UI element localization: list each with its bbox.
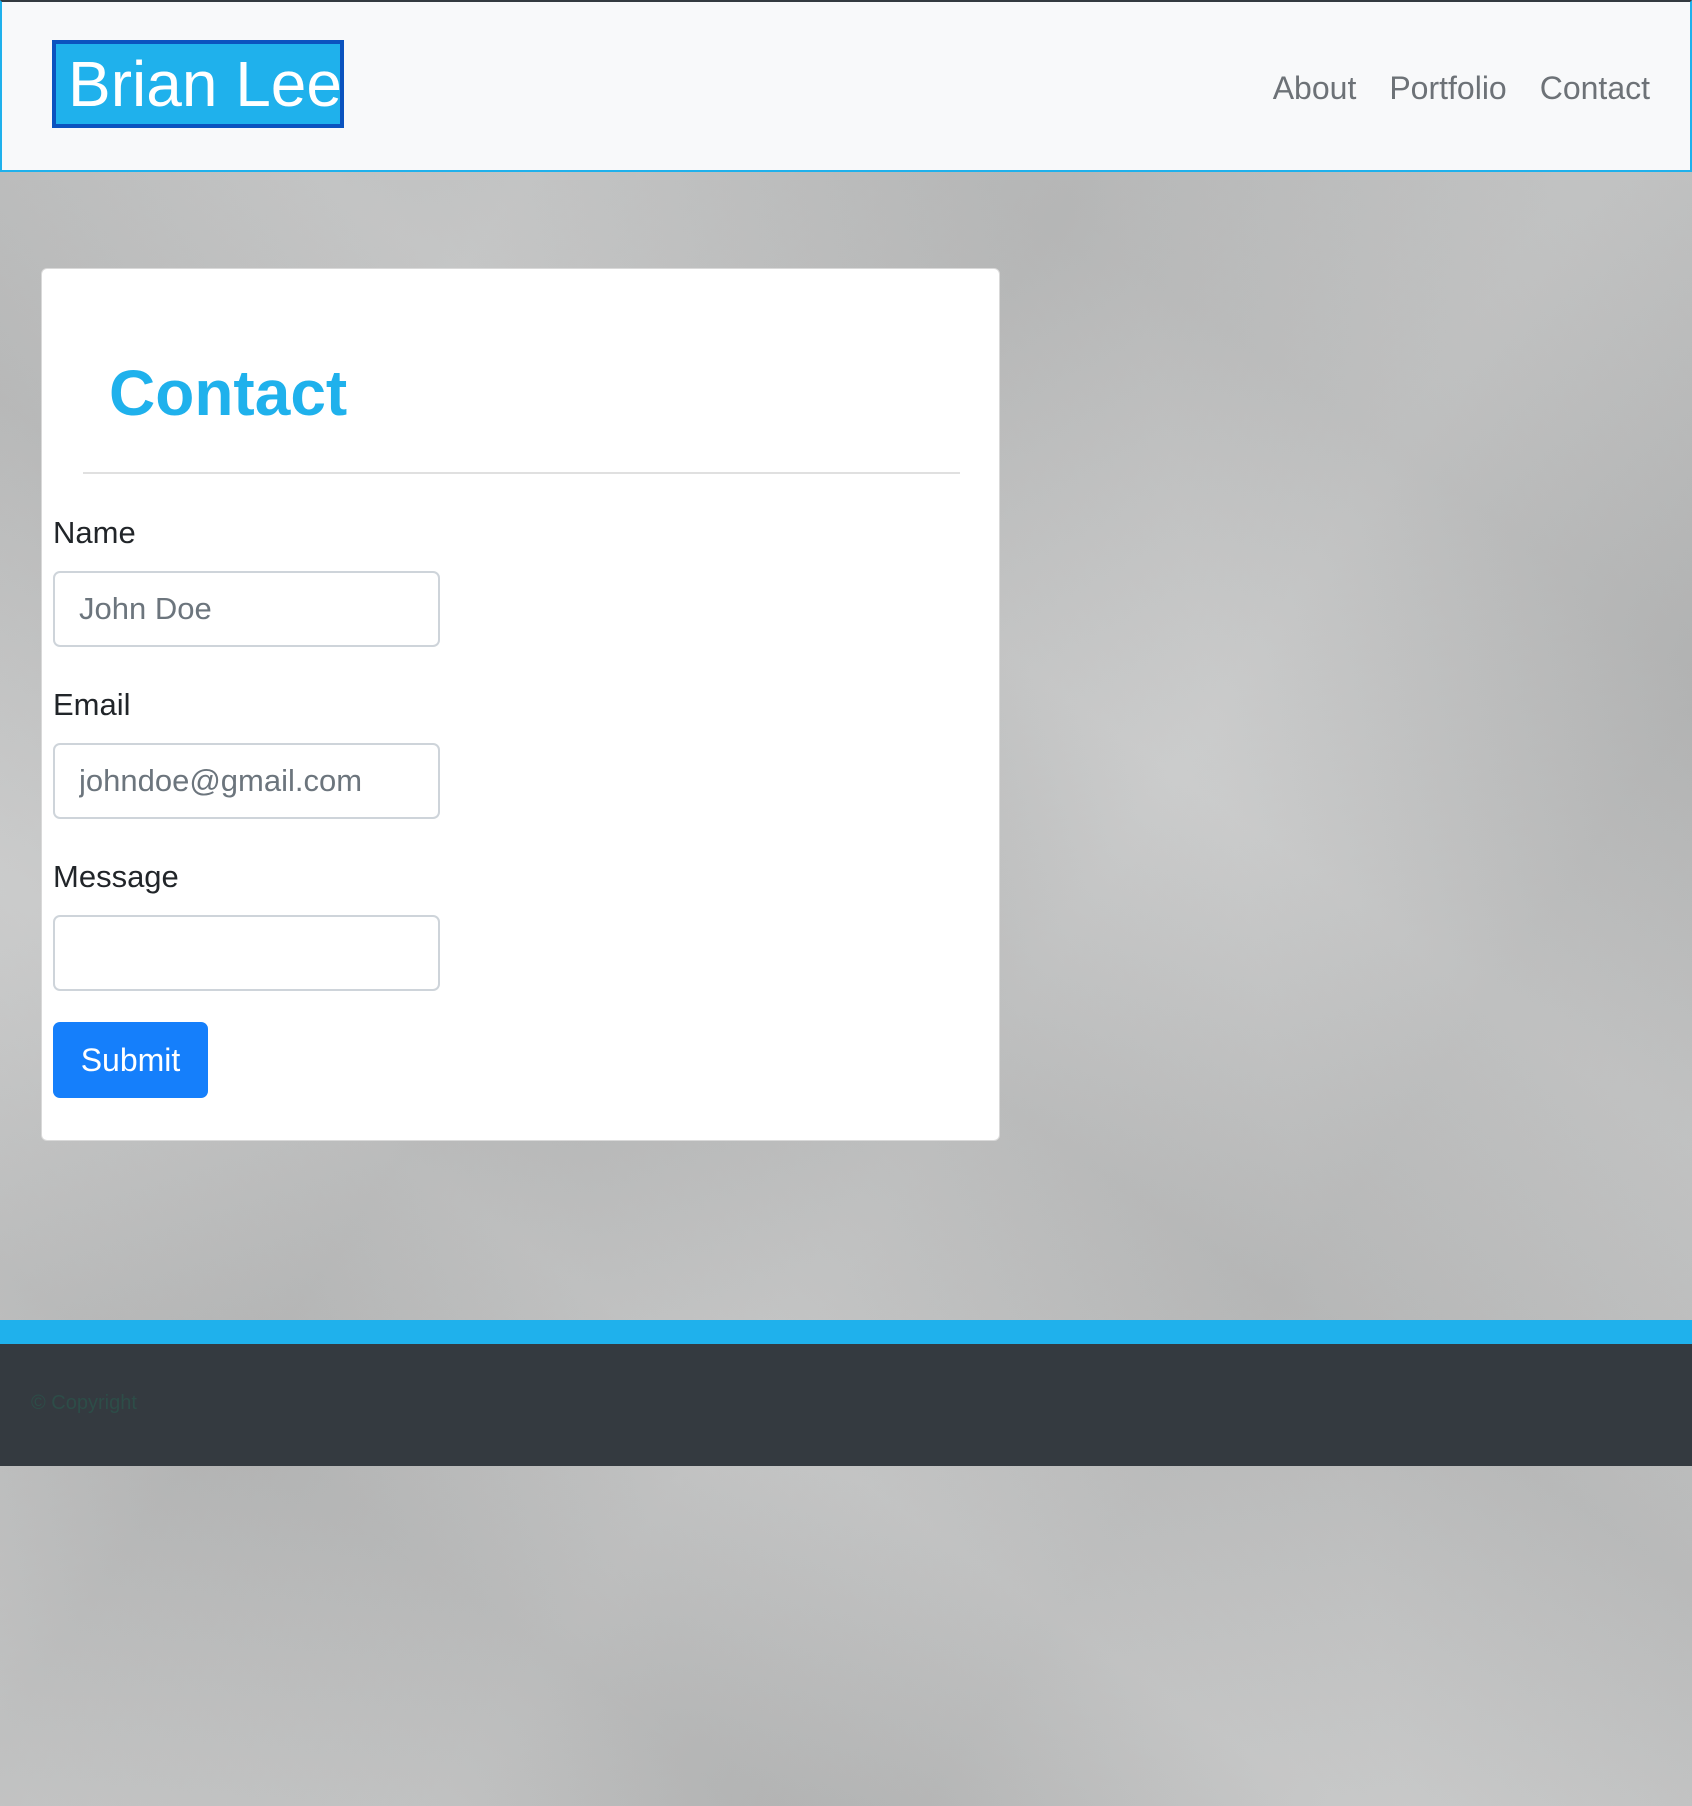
contact-title: Contact	[109, 357, 348, 429]
name-label: Name	[53, 515, 136, 550]
copyright-text: © Copyright	[31, 1392, 137, 1414]
footer: © Copyright	[0, 1344, 1692, 1466]
title-divider	[83, 472, 960, 474]
message-label: Message	[53, 859, 179, 894]
nav-links: About Portfolio Contact	[1273, 68, 1650, 108]
nav-link-contact[interactable]: Contact	[1540, 68, 1650, 108]
footer-accent-bar	[0, 1320, 1692, 1344]
email-field[interactable]	[53, 743, 440, 819]
name-field[interactable]	[53, 571, 440, 647]
email-label: Email	[53, 687, 131, 722]
contact-card: Contact Name Email Message Submit	[41, 268, 1000, 1141]
brand-logo[interactable]: Brian Lee	[52, 40, 344, 128]
message-field[interactable]	[53, 915, 440, 991]
nav-link-about[interactable]: About	[1273, 68, 1357, 108]
navbar: Brian Lee About Portfolio Contact	[0, 0, 1692, 172]
nav-link-portfolio[interactable]: Portfolio	[1389, 68, 1506, 108]
submit-button[interactable]: Submit	[53, 1022, 208, 1098]
